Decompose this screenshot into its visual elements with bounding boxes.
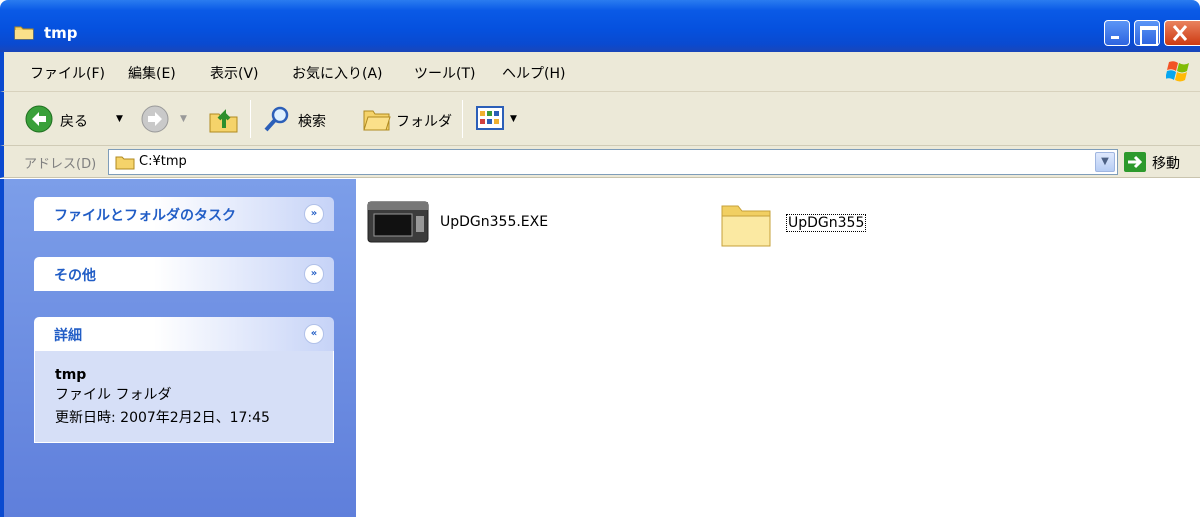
address-bar: アドレス(D) C:¥tmp ▼ 移動 xyxy=(0,146,1200,178)
forward-dropdown-icon[interactable]: ▼ xyxy=(180,114,187,124)
folder-icon xyxy=(721,205,771,247)
menu-edit[interactable]: 編集(E) xyxy=(128,63,176,83)
other-places-header[interactable]: その他 » xyxy=(34,257,334,291)
folders-button[interactable]: フォルダ xyxy=(396,111,452,131)
detail-name: tmp xyxy=(55,367,87,383)
back-arrow-icon[interactable] xyxy=(24,104,54,134)
chevron-down-icon[interactable]: » xyxy=(304,264,324,284)
menu-favorites[interactable]: お気に入り(A) xyxy=(292,63,383,83)
file-name: UpDGn355.EXE xyxy=(440,214,549,230)
close-icon xyxy=(1172,25,1188,41)
chevron-up-icon[interactable]: « xyxy=(304,324,324,344)
back-dropdown-icon[interactable]: ▼ xyxy=(116,114,123,124)
up-folder-icon[interactable] xyxy=(208,104,240,134)
details-header[interactable]: 詳細 « xyxy=(34,317,334,351)
folders-icon[interactable] xyxy=(362,105,392,133)
chevron-down-icon[interactable]: » xyxy=(304,204,324,224)
detail-modified: 更新日時: 2007年2月2日、17:45 xyxy=(55,410,270,426)
menu-bar: ファイル(F) 編集(E) 表示(V) お気に入り(A) ツール(T) ヘルプ(… xyxy=(0,52,1200,92)
go-button[interactable]: 移動 xyxy=(1152,153,1180,173)
panel-title: ファイルとフォルダのタスク xyxy=(54,208,236,224)
go-arrow-icon[interactable] xyxy=(1124,152,1146,172)
toolbar: 戻る ▼ ▼ 検索 フォルダ ▼ xyxy=(0,92,1200,146)
menu-tools[interactable]: ツール(T) xyxy=(414,63,475,83)
forward-arrow-icon[interactable] xyxy=(140,104,170,134)
menu-file[interactable]: ファイル(F) xyxy=(30,63,105,83)
folder-icon xyxy=(115,156,135,170)
menu-help[interactable]: ヘルプ(H) xyxy=(502,63,565,83)
file-name: UpDGn355 xyxy=(786,214,867,232)
address-label: アドレス(D) xyxy=(24,157,97,172)
file-item-folder[interactable]: UpDGn355 xyxy=(718,196,898,254)
close-button[interactable] xyxy=(1164,20,1200,46)
title-bar[interactable]: tmp xyxy=(0,0,1200,52)
address-value: C:¥tmp xyxy=(139,154,187,169)
address-input[interactable]: C:¥tmp xyxy=(108,149,1118,175)
search-button[interactable]: 検索 xyxy=(298,111,326,131)
file-item-exe[interactable]: UpDGn355.EXE xyxy=(366,198,586,248)
details-panel: tmp ファイル フォルダ 更新日時: 2007年2月2日、17:45 xyxy=(34,351,334,443)
back-button[interactable]: 戻る xyxy=(60,111,88,131)
detail-type: ファイル フォルダ xyxy=(55,387,172,403)
search-icon[interactable] xyxy=(262,104,292,134)
panel-title: 詳細 xyxy=(54,328,82,344)
windows-logo-icon xyxy=(1166,61,1189,82)
file-folder-tasks-header[interactable]: ファイルとフォルダのタスク » xyxy=(34,197,334,231)
toolbar-separator xyxy=(462,100,463,138)
views-icon[interactable] xyxy=(476,106,504,130)
views-dropdown-icon[interactable]: ▼ xyxy=(510,114,517,124)
address-dropdown-button[interactable]: ▼ xyxy=(1095,152,1115,172)
folder-icon xyxy=(14,26,34,40)
executable-icon xyxy=(367,201,429,243)
toolbar-separator xyxy=(250,100,251,138)
window-title: tmp xyxy=(44,24,78,42)
panel-title: その他 xyxy=(54,268,96,284)
menu-view[interactable]: 表示(V) xyxy=(210,63,259,83)
minimize-button[interactable] xyxy=(1104,20,1130,46)
maximize-button[interactable] xyxy=(1134,20,1160,46)
